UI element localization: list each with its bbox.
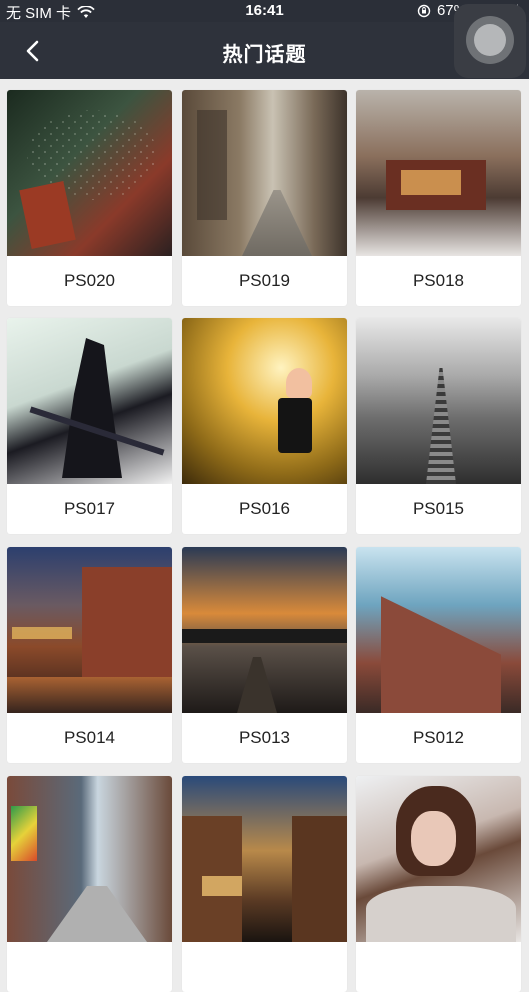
topic-thumbnail — [7, 318, 172, 484]
topic-label: PS012 — [412, 728, 465, 747]
topic-label: PS017 — [63, 499, 116, 518]
topic-card[interactable]: PS017 — [7, 318, 172, 534]
topic-thumbnail — [182, 318, 347, 484]
topic-label: PS018 — [412, 271, 465, 290]
topic-card[interactable] — [182, 776, 347, 992]
topic-label: PS014 — [63, 728, 116, 747]
topic-thumbnail — [182, 776, 347, 942]
topic-card[interactable]: PS014 — [7, 547, 172, 763]
topic-card[interactable] — [356, 776, 521, 992]
topic-thumbnail — [356, 547, 521, 713]
topic-thumbnail — [7, 90, 172, 256]
topic-card[interactable]: PS016 — [182, 318, 347, 534]
topic-thumbnail — [356, 90, 521, 256]
topic-thumbnail — [356, 776, 521, 942]
topic-label: PS015 — [412, 499, 465, 518]
assistive-touch-dot — [474, 24, 506, 56]
topic-label: PS020 — [63, 271, 116, 290]
topic-label: PS013 — [238, 728, 291, 747]
navigation-bar: 热门话题 — [0, 22, 529, 79]
topic-card[interactable]: PS020 — [7, 90, 172, 306]
topic-thumbnail — [7, 547, 172, 713]
page-title: 热门话题 — [222, 44, 307, 66]
topic-grid: PS020 PS019 PS018 PS017 PS016 PS015 PS01… — [0, 79, 529, 992]
topic-card[interactable]: PS015 — [356, 318, 521, 534]
rotation-lock-icon — [417, 4, 431, 17]
status-bar: 无 SIM 卡 16:41 67% — [0, 0, 529, 22]
topic-card[interactable]: PS019 — [182, 90, 347, 306]
topic-thumbnail — [182, 90, 347, 256]
topic-label: PS019 — [238, 271, 291, 290]
topic-thumbnail — [182, 547, 347, 713]
topic-thumbnail — [356, 318, 521, 484]
topic-card[interactable]: PS018 — [356, 90, 521, 306]
topic-thumbnail — [7, 776, 172, 942]
topic-card[interactable] — [7, 776, 172, 992]
assistive-touch-button[interactable] — [454, 4, 526, 78]
assistive-touch-ring — [466, 16, 514, 64]
topic-card[interactable]: PS013 — [182, 547, 347, 763]
topic-label: PS016 — [238, 499, 291, 518]
topic-card[interactable]: PS012 — [356, 547, 521, 763]
